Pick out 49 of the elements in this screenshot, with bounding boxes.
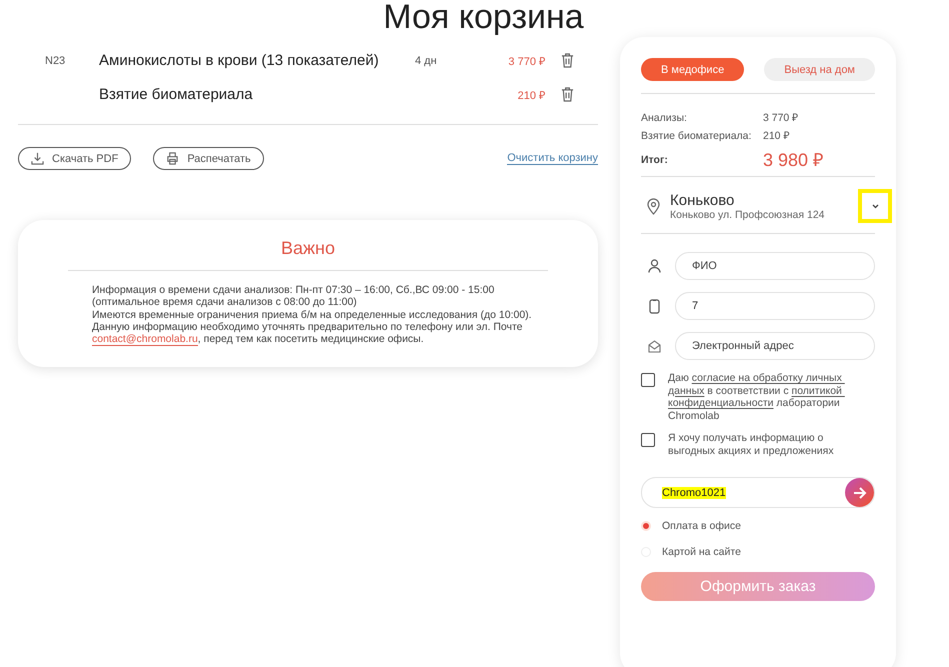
text-field[interactable]: 7: [675, 292, 875, 320]
item-price: 3 770 ₽: [507, 55, 545, 68]
policy-link[interactable]: данных: [668, 384, 704, 397]
promo-code-field[interactable]: Chromo1021: [641, 477, 875, 508]
notice-paragraph: Имеются временные ограничения приема б/м на определенные исследования (до 10:00). Данную информацию необходимо уточнять предварительно по телефону или эл. Почте contact@chromolab.ru, перед тем как посетить медицинские офисы.: [92, 308, 533, 346]
text-field[interactable]: ФИО: [675, 252, 875, 280]
item-name: Аминокислоты в крови (13 показателей): [99, 52, 380, 69]
summary-label: Взятие биоматериала:: [641, 129, 752, 144]
download-icon: [31, 152, 44, 165]
policy-link[interactable]: конфиденциальности: [668, 397, 774, 410]
clear-cart-link[interactable]: Очистить корзину: [507, 152, 598, 165]
item-code: N23: [44, 54, 66, 66]
payment-option: Оплата в офисе: [662, 520, 741, 532]
envelope-icon: [648, 340, 661, 352]
policy-link[interactable]: политикой: [792, 384, 845, 397]
text-field[interactable]: Электронный адрес: [675, 332, 875, 360]
checkbox-label: Я хочу получать информацию о выгодных акциях и предложениях: [668, 432, 835, 457]
printer-icon: [166, 152, 180, 165]
total-value: 3 980 ₽: [763, 151, 824, 169]
location-pin-icon: [647, 198, 660, 214]
item-name: Взятие биоматериала: [99, 86, 254, 103]
payment-option: Картой на сайте: [662, 546, 741, 558]
notice-title: Важно: [280, 238, 336, 259]
item-duration: 4 дн: [415, 54, 438, 66]
office-name: Коньково: [670, 192, 736, 208]
trash-icon[interactable]: [561, 87, 574, 102]
action-button[interactable]: Скачать PDF: [18, 147, 132, 170]
chevron-down-icon[interactable]: [872, 204, 878, 208]
summary-value: 3 770 ₽: [763, 111, 798, 126]
item-price: 210 ₽: [516, 89, 545, 102]
total-label: Итог:: [641, 153, 669, 168]
page-title: Моя корзина: [382, 0, 585, 37]
summary-value: 210 ₽: [763, 129, 790, 144]
checkbox[interactable]: [641, 373, 655, 387]
person-icon: [648, 259, 661, 273]
trash-icon[interactable]: [561, 53, 574, 68]
checkbox[interactable]: [641, 433, 655, 447]
action-button[interactable]: Распечатать: [153, 147, 264, 170]
apply-button[interactable]: [845, 478, 874, 507]
phone-icon: [648, 298, 661, 314]
office-address: Коньково ул. Профсоюзная 124: [670, 208, 826, 220]
email-link[interactable]: contact@chromolab.ru: [92, 333, 198, 346]
promo-code-value: Chromo1021: [662, 486, 726, 498]
policy-link[interactable]: согласие на обработку личных: [692, 372, 845, 384]
arrow-right-icon: [852, 486, 866, 498]
notice-paragraph: Информация о времени сдачи анализов: Пн-пт 07:30 – 16:00, Сб.,ВС 09:00 - 15:00 (оптимальное время сдачи анализов с 08:00 до 11:00): [92, 284, 496, 309]
checkbox-label: Даю согласие на обработку личных данных в соответствии с политикой конфиденциальности лаборатории Chromolab: [668, 372, 873, 422]
radio-button[interactable]: [641, 521, 651, 531]
summary-label: Анализы:: [641, 111, 688, 126]
